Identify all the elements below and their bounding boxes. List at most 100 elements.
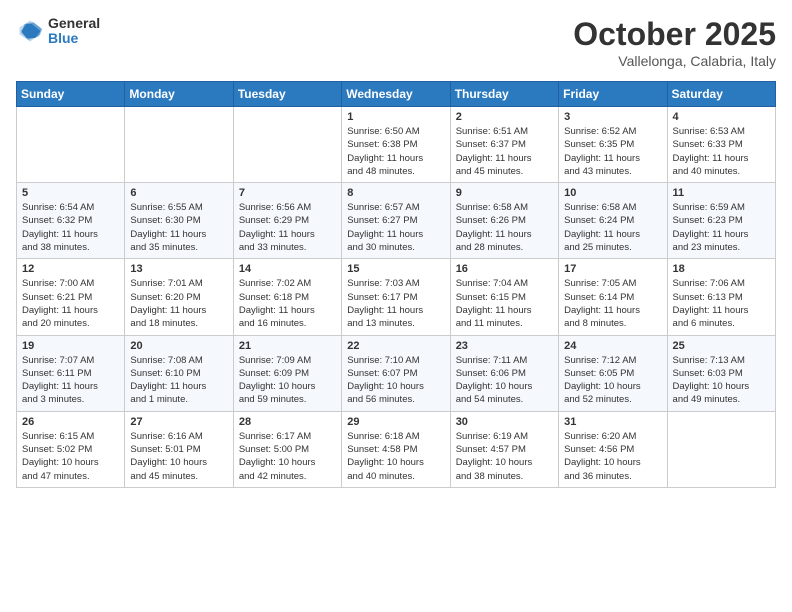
calendar-cell: 9Sunrise: 6:58 AM Sunset: 6:26 PM Daylig… [450, 183, 558, 259]
day-info: Sunrise: 7:09 AM Sunset: 6:09 PM Dayligh… [239, 354, 336, 407]
day-number: 31 [564, 416, 661, 428]
calendar-cell: 21 Sunrise: 7:09 AM Sunset: 6:09 PM Dayli… [233, 335, 341, 411]
day-number: 14 [239, 263, 336, 275]
calendar-cell: 28Sunrise: 6:17 AM Sunset: 5:00 PM Dayli… [233, 411, 341, 487]
day-number: 15 [347, 263, 444, 275]
calendar-cell: 1 Sunrise: 6:50 AM Sunset: 6:38 PM Daylig… [342, 107, 450, 183]
calendar-cell: 6 Sunrise: 6:55 AM Sunset: 6:30 PM Daylig… [125, 183, 233, 259]
location-subtitle: Vallelonga, Calabria, Italy [573, 53, 776, 69]
calendar-cell: 18 Sunrise: 7:06 AM Sunset: 6:13 PM Dayli… [667, 259, 775, 335]
day-number: 8 [347, 187, 444, 199]
day-number: 30 [456, 416, 553, 428]
day-number: 10 [564, 187, 661, 199]
day-info: Sunrise: 6:15 AM Sunset: 5:02 PM Dayligh… [22, 430, 119, 483]
calendar-cell: 26 Sunrise: 6:15 AM Sunset: 5:02 PM Dayli… [17, 411, 125, 487]
calendar-cell: 7 Sunrise: 6:56 AM Sunset: 6:29 PM Daylig… [233, 183, 341, 259]
day-info: Sunrise: 7:12 AM Sunset: 6:05 PM Dayligh… [564, 354, 661, 407]
calendar-cell: 29 Sunrise: 6:18 AM Sunset: 4:58 PM Dayli… [342, 411, 450, 487]
calendar-cell: 2 Sunrise: 6:51 AM Sunset: 6:37 PM Daylig… [450, 107, 558, 183]
day-of-week-header: Saturday [667, 82, 775, 107]
day-number: 23 [456, 340, 553, 352]
day-info: Sunrise: 6:55 AM Sunset: 6:30 PM Dayligh… [130, 201, 227, 254]
day-number: 17 [564, 263, 661, 275]
calendar-cell: 24Sunrise: 7:12 AM Sunset: 6:05 PM Dayli… [559, 335, 667, 411]
calendar-header-row: SundayMondayTuesdayWednesdayThursdayFrid… [17, 82, 776, 107]
logo: General Blue [16, 16, 100, 47]
day-number: 1 [347, 111, 444, 123]
calendar-cell: 30 Sunrise: 6:19 AM Sunset: 4:57 PM Dayli… [450, 411, 558, 487]
day-number: 13 [130, 263, 227, 275]
calendar-cell: 8 Sunrise: 6:57 AM Sunset: 6:27 PM Daylig… [342, 183, 450, 259]
day-info: Sunrise: 7:13 AM Sunset: 6:03 PM Dayligh… [673, 354, 770, 407]
month-title: October 2025 [573, 16, 776, 53]
calendar-cell: 25 Sunrise: 7:13 AM Sunset: 6:03 PM Dayli… [667, 335, 775, 411]
calendar-cell: 13 Sunrise: 7:01 AM Sunset: 6:20 PM Dayli… [125, 259, 233, 335]
day-info: Sunrise: 6:50 AM Sunset: 6:38 PM Dayligh… [347, 125, 444, 178]
day-number: 18 [673, 263, 770, 275]
day-info: Sunrise: 7:00 AM Sunset: 6:21 PM Dayligh… [22, 277, 119, 330]
day-info: Sunrise: 6:16 AM Sunset: 5:01 PM Dayligh… [130, 430, 227, 483]
page-header: General Blue October 2025 Vallelonga, Ca… [16, 16, 776, 69]
day-info: Sunrise: 7:06 AM Sunset: 6:13 PM Dayligh… [673, 277, 770, 330]
day-info: Sunrise: 6:59 AM Sunset: 6:23 PM Dayligh… [673, 201, 770, 254]
day-number: 7 [239, 187, 336, 199]
calendar-cell: 12 Sunrise: 7:00 AM Sunset: 6:21 PM Dayli… [17, 259, 125, 335]
calendar-cell [667, 411, 775, 487]
calendar-table: SundayMondayTuesdayWednesdayThursdayFrid… [16, 81, 776, 488]
day-number: 29 [347, 416, 444, 428]
day-number: 3 [564, 111, 661, 123]
day-number: 16 [456, 263, 553, 275]
day-info: Sunrise: 7:04 AM Sunset: 6:15 PM Dayligh… [456, 277, 553, 330]
day-info: Sunrise: 6:58 AM Sunset: 6:24 PM Dayligh… [564, 201, 661, 254]
day-info: Sunrise: 7:08 AM Sunset: 6:10 PM Dayligh… [130, 354, 227, 407]
day-number: 21 [239, 340, 336, 352]
logo-general-text: General [48, 16, 100, 31]
day-number: 22 [347, 340, 444, 352]
day-number: 19 [22, 340, 119, 352]
day-info: Sunrise: 6:51 AM Sunset: 6:37 PM Dayligh… [456, 125, 553, 178]
day-info: Sunrise: 7:02 AM Sunset: 6:18 PM Dayligh… [239, 277, 336, 330]
day-info: Sunrise: 6:57 AM Sunset: 6:27 PM Dayligh… [347, 201, 444, 254]
day-info: Sunrise: 6:58 AM Sunset: 6:26 PM Dayligh… [456, 201, 553, 254]
day-of-week-header: Thursday [450, 82, 558, 107]
calendar-cell: 27Sunrise: 6:16 AM Sunset: 5:01 PM Dayli… [125, 411, 233, 487]
calendar-cell: 14 Sunrise: 7:02 AM Sunset: 6:18 PM Dayli… [233, 259, 341, 335]
day-number: 25 [673, 340, 770, 352]
day-number: 20 [130, 340, 227, 352]
day-info: Sunrise: 6:20 AM Sunset: 4:56 PM Dayligh… [564, 430, 661, 483]
calendar-cell: 17Sunrise: 7:05 AM Sunset: 6:14 PM Dayli… [559, 259, 667, 335]
day-number: 2 [456, 111, 553, 123]
calendar-cell: 11Sunrise: 6:59 AM Sunset: 6:23 PM Dayli… [667, 183, 775, 259]
day-info: Sunrise: 6:19 AM Sunset: 4:57 PM Dayligh… [456, 430, 553, 483]
day-number: 12 [22, 263, 119, 275]
day-info: Sunrise: 7:07 AM Sunset: 6:11 PM Dayligh… [22, 354, 119, 407]
calendar-week-row: 26 Sunrise: 6:15 AM Sunset: 5:02 PM Dayli… [17, 411, 776, 487]
calendar-week-row: 12 Sunrise: 7:00 AM Sunset: 6:21 PM Dayli… [17, 259, 776, 335]
calendar-cell [125, 107, 233, 183]
day-of-week-header: Tuesday [233, 82, 341, 107]
calendar-cell: 3Sunrise: 6:52 AM Sunset: 6:35 PM Daylig… [559, 107, 667, 183]
calendar-cell: 16 Sunrise: 7:04 AM Sunset: 6:15 PM Dayli… [450, 259, 558, 335]
day-info: Sunrise: 6:54 AM Sunset: 6:32 PM Dayligh… [22, 201, 119, 254]
day-number: 6 [130, 187, 227, 199]
day-info: Sunrise: 7:11 AM Sunset: 6:06 PM Dayligh… [456, 354, 553, 407]
title-block: October 2025 Vallelonga, Calabria, Italy [573, 16, 776, 69]
day-info: Sunrise: 6:53 AM Sunset: 6:33 PM Dayligh… [673, 125, 770, 178]
day-info: Sunrise: 6:56 AM Sunset: 6:29 PM Dayligh… [239, 201, 336, 254]
day-of-week-header: Friday [559, 82, 667, 107]
calendar-cell: 10 Sunrise: 6:58 AM Sunset: 6:24 PM Dayli… [559, 183, 667, 259]
day-info: Sunrise: 7:03 AM Sunset: 6:17 PM Dayligh… [347, 277, 444, 330]
day-of-week-header: Wednesday [342, 82, 450, 107]
calendar-cell: 22 Sunrise: 7:10 AM Sunset: 6:07 PM Dayli… [342, 335, 450, 411]
calendar-cell [233, 107, 341, 183]
day-info: Sunrise: 7:01 AM Sunset: 6:20 PM Dayligh… [130, 277, 227, 330]
calendar-week-row: 1 Sunrise: 6:50 AM Sunset: 6:38 PM Daylig… [17, 107, 776, 183]
day-info: Sunrise: 6:17 AM Sunset: 5:00 PM Dayligh… [239, 430, 336, 483]
logo-text: General Blue [48, 16, 100, 47]
day-number: 26 [22, 416, 119, 428]
calendar-cell: 15 Sunrise: 7:03 AM Sunset: 6:17 PM Dayli… [342, 259, 450, 335]
day-info: Sunrise: 7:10 AM Sunset: 6:07 PM Dayligh… [347, 354, 444, 407]
calendar-cell [17, 107, 125, 183]
day-info: Sunrise: 6:18 AM Sunset: 4:58 PM Dayligh… [347, 430, 444, 483]
day-number: 5 [22, 187, 119, 199]
